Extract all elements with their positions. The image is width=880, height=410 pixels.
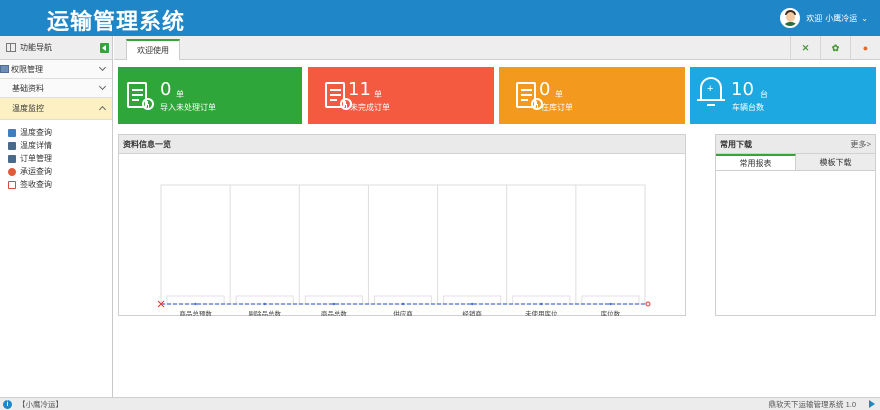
- stat-unit: 单: [176, 90, 184, 99]
- stat-value: 0: [160, 79, 172, 100]
- sidebar-item-label: 承运查询: [20, 167, 52, 176]
- chart-point: [332, 302, 336, 306]
- stat-value: 11: [348, 79, 371, 100]
- chart-plot-area: [160, 184, 646, 305]
- menu-group-label: 基础资料: [12, 83, 44, 93]
- stat-unit: 台: [760, 90, 768, 99]
- stat-value: 0: [539, 79, 551, 100]
- chart-point: [194, 302, 197, 306]
- chart-point: [470, 302, 474, 306]
- tabs-bar: 欢迎使用 ✕ ✿ ●: [114, 36, 880, 60]
- username[interactable]: 小鹰冷运: [825, 13, 857, 24]
- tab-tools: ✕ ✿ ●: [790, 36, 880, 60]
- sidebar-item-order-management[interactable]: 订单管理: [0, 152, 112, 165]
- theme-icon[interactable]: ●: [850, 36, 880, 60]
- sidebar-item-temperature-query[interactable]: 温度查询: [0, 126, 112, 139]
- sidebar-item-label: 温度详情: [20, 141, 52, 150]
- submenu-list: 温度查询 温度详情 订单管理 承运查询 签收查询: [0, 120, 112, 191]
- chart-end-marker: [645, 301, 651, 307]
- stat-card-in-stock[interactable]: 0 单 在库订单: [499, 67, 685, 124]
- chart-tick-label: 库位数: [601, 309, 621, 316]
- footer-system-name: 鼎软天下运输管理系统 1.0: [768, 400, 856, 409]
- chart-point: [540, 302, 543, 306]
- downloads-tabs: 常用报表 模板下载: [716, 154, 875, 171]
- chart-tick-label: 供应商: [393, 309, 413, 316]
- sidebar-item-label: 订单管理: [20, 154, 52, 163]
- stat-card-vehicles[interactable]: + 10 台 车辆台数: [690, 67, 876, 124]
- user-menu[interactable]: 欢迎 小鹰冷运 ⌄: [780, 8, 868, 28]
- chart-point: [263, 302, 266, 306]
- welcome-text: 欢迎: [806, 13, 823, 23]
- chevron-up-icon: [98, 105, 107, 114]
- downloads-panel: 常用下载 更多> 常用报表 模板下载: [715, 134, 876, 316]
- more-link[interactable]: 更多>: [850, 139, 871, 150]
- chart-tick-label: 商品总预数: [179, 309, 212, 316]
- chart-bar: [443, 295, 502, 305]
- menu-group-permissions[interactable]: 权限管理: [0, 60, 112, 79]
- fullscreen-icon[interactable]: ✕: [790, 36, 820, 60]
- chart-bar: [304, 295, 363, 305]
- sidebar: 功能导航 权限管理 基础资料 温度监控 温度查询 温度详情 订单管理 承运查询: [0, 36, 113, 397]
- menu-group-temperature[interactable]: 温度监控: [0, 98, 112, 120]
- document-icon: [8, 180, 16, 189]
- menu-group-basic-data[interactable]: 基础资料: [0, 79, 112, 98]
- user-avatar[interactable]: [780, 8, 801, 28]
- sidebar-item-label: 温度查询: [20, 128, 52, 137]
- overview-chart: 商品总预数 剔除品总数 商品总数 供应商 经销商 未使用库位 库位数: [157, 184, 651, 316]
- status-bar: i 【小鹰冷运】 鼎软天下运输管理系统 1.0: [0, 397, 880, 410]
- chevron-down-icon: [98, 63, 107, 72]
- panel-title: 资料信息一览: [119, 135, 685, 154]
- permission-icon: [0, 65, 9, 73]
- stat-card-incomplete[interactable]: 11 单 未完成订单: [308, 67, 494, 124]
- info-icon: i: [3, 399, 12, 409]
- stat-caption: 车辆台数: [732, 103, 764, 112]
- menu-group-label: 温度监控: [12, 104, 44, 113]
- stat-caption: 导入未处理订单: [160, 103, 216, 112]
- sidebar-header: 功能导航: [0, 36, 112, 60]
- sidebar-item-label: 签收查询: [20, 180, 52, 189]
- chart-bar: [166, 295, 225, 305]
- sidebar-title: 功能导航: [20, 43, 52, 52]
- stat-caption: 未完成订单: [350, 103, 390, 112]
- chart-tick-label: 剔除品总数: [248, 309, 281, 316]
- sidebar-item-temperature-detail[interactable]: 温度详情: [0, 139, 112, 152]
- chart-bar: [512, 295, 571, 305]
- menu-group-label: 权限管理: [11, 64, 43, 74]
- stat-caption: 在库订单: [541, 103, 573, 112]
- footer-user: 【小鹰冷运】: [18, 399, 63, 409]
- info-overview-panel: 资料信息一览 商品总预数 剔除品总数 商品总数 供应商 经销商 未使用库位 库位数: [118, 134, 686, 316]
- chart-point: [401, 302, 405, 306]
- refresh-icon[interactable]: ✿: [820, 36, 850, 60]
- monitor-icon: [8, 154, 16, 163]
- tab-welcome[interactable]: 欢迎使用: [126, 39, 180, 60]
- chart-bar: [235, 295, 294, 305]
- chevron-down-icon[interactable]: ⌄: [861, 14, 868, 23]
- stat-unit: 单: [555, 90, 563, 99]
- nav-grid-icon: [6, 43, 16, 52]
- play-icon[interactable]: [869, 400, 875, 408]
- sidebar-item-receipt-query[interactable]: 签收查询: [0, 178, 112, 191]
- stat-unit: 单: [374, 90, 382, 99]
- downloads-title: 常用下载: [720, 139, 752, 149]
- chart-point: [609, 302, 612, 306]
- chevron-down-icon: [98, 82, 107, 91]
- chart-icon: [8, 128, 16, 137]
- monitor-icon: [8, 141, 16, 150]
- tab-template-download[interactable]: 模板下载: [796, 154, 875, 170]
- sidebar-item-carrier-query[interactable]: 承运查询: [0, 165, 112, 178]
- clock-icon: [142, 98, 154, 110]
- truck-icon: [8, 167, 16, 176]
- downloads-header: 常用下载 更多>: [716, 135, 875, 154]
- chart-tick-label: 经销商: [462, 309, 482, 316]
- chart-tick-label: 商品总数: [321, 309, 348, 316]
- stat-card-unprocessed[interactable]: 0 单 导入未处理订单: [118, 67, 302, 124]
- chart-bar: [373, 295, 433, 305]
- app-header: 运输管理系统 欢迎 小鹰冷运 ⌄: [0, 0, 880, 36]
- app-title: 运输管理系统: [47, 10, 186, 35]
- chart-tick-label: 未使用库位: [525, 309, 558, 316]
- chart-bar: [581, 295, 640, 305]
- stat-value: 10: [731, 79, 754, 100]
- tab-common-reports[interactable]: 常用报表: [716, 154, 796, 170]
- collapse-sidebar-button[interactable]: [100, 43, 109, 53]
